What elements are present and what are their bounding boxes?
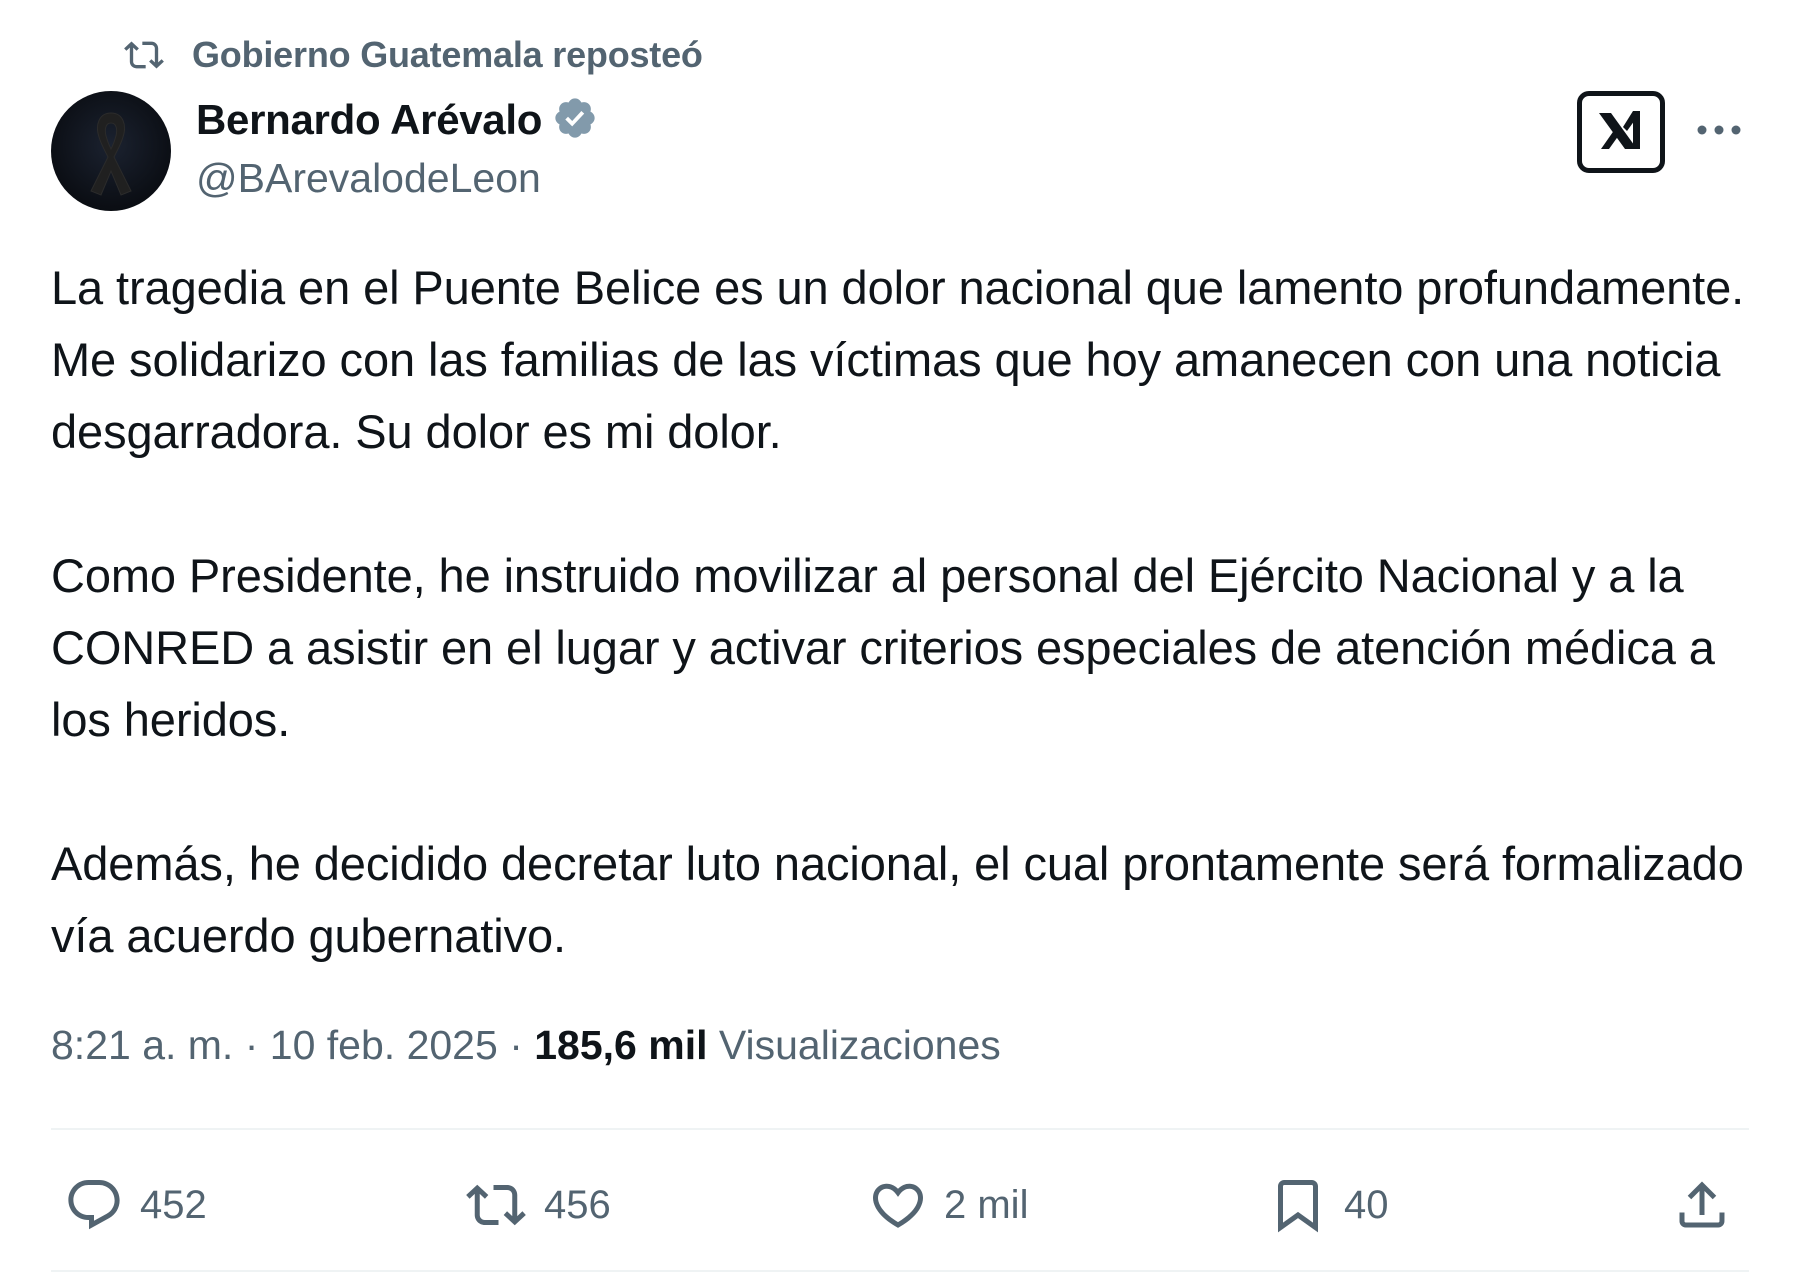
tweet-text: La tragedia en el Puente Belice es un do… bbox=[51, 252, 1751, 972]
grok-button[interactable] bbox=[1577, 91, 1665, 173]
bookmark-count: 40 bbox=[1344, 1182, 1389, 1227]
repost-label[interactable]: Gobierno Guatemala reposteó bbox=[192, 34, 703, 76]
meta-separator: · bbox=[509, 1022, 523, 1068]
like-button[interactable]: 2 mil bbox=[868, 1172, 1028, 1238]
tweet-time[interactable]: 8:21 a. m. bbox=[51, 1022, 233, 1068]
author-handle[interactable]: @BArevalodeLeon bbox=[196, 155, 541, 202]
author-name[interactable]: Bernardo Arévalo bbox=[196, 96, 542, 144]
grok-icon bbox=[1593, 105, 1649, 160]
repost-icon bbox=[122, 35, 166, 75]
views-label[interactable]: Visualizaciones bbox=[719, 1022, 1001, 1068]
tweet-paragraph: Como Presidente, he instruido movilizar … bbox=[51, 549, 1715, 746]
verified-badge-icon bbox=[552, 95, 598, 146]
like-icon bbox=[868, 1175, 928, 1235]
meta-separator: · bbox=[244, 1022, 259, 1068]
bottom-divider bbox=[51, 1270, 1749, 1272]
repost-button[interactable]: 456 bbox=[464, 1172, 611, 1238]
divider bbox=[51, 1128, 1749, 1130]
bookmark-icon bbox=[1268, 1174, 1328, 1236]
more-options-icon bbox=[1696, 123, 1742, 141]
repost-count: 456 bbox=[544, 1182, 611, 1227]
share-icon bbox=[1672, 1175, 1732, 1235]
like-count: 2 mil bbox=[944, 1182, 1029, 1227]
mourning-ribbon-icon bbox=[90, 112, 132, 196]
tweet-meta: 8:21 a. m. · 10 feb. 2025 · 185,6 mil Vi… bbox=[51, 1022, 1001, 1069]
bookmark-button[interactable]: 40 bbox=[1268, 1172, 1389, 1238]
tweet-date[interactable]: 10 feb. 2025 bbox=[270, 1022, 498, 1068]
repost-icon bbox=[464, 1175, 528, 1235]
views-count[interactable]: 185,6 mil bbox=[534, 1022, 707, 1068]
repost-header: Gobierno Guatemala reposteó bbox=[122, 30, 703, 80]
tweet-paragraph: La tragedia en el Puente Belice es un do… bbox=[51, 261, 1745, 458]
share-button[interactable] bbox=[1672, 1172, 1732, 1238]
reply-button[interactable]: 452 bbox=[64, 1172, 207, 1238]
more-options-button[interactable] bbox=[1694, 112, 1744, 152]
avatar[interactable] bbox=[51, 91, 171, 211]
tweet-card[interactable]: Gobierno Guatemala reposteó Bernardo Aré… bbox=[0, 0, 1798, 1280]
reply-icon bbox=[64, 1175, 124, 1235]
reply-count: 452 bbox=[140, 1182, 207, 1227]
tweet-paragraph: Además, he decidido decretar luto nacion… bbox=[51, 837, 1744, 962]
author-name-row[interactable]: Bernardo Arévalo bbox=[196, 92, 598, 148]
